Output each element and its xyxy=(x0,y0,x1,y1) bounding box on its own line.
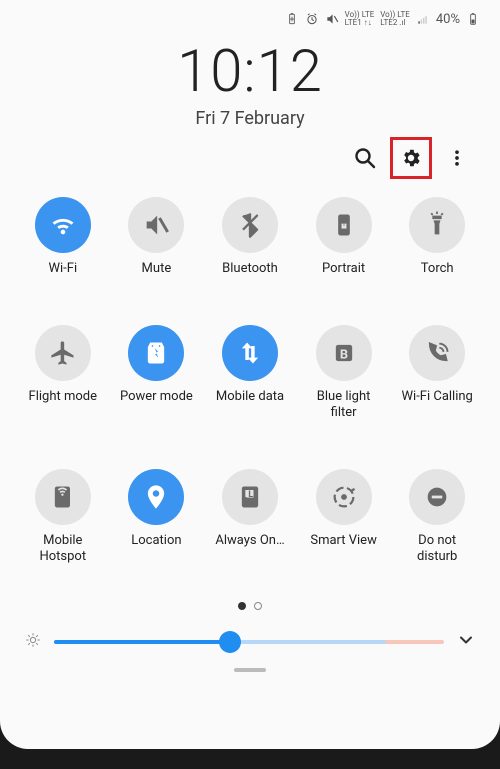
sim2-status: Vo)) LTE LTE2 .ıl xyxy=(380,11,410,27)
mobiledata-icon xyxy=(222,325,278,381)
brightness-slider[interactable] xyxy=(54,632,444,652)
tile-dnd[interactable]: Do not disturb xyxy=(394,469,480,565)
page-dot[interactable] xyxy=(254,602,262,610)
battery-percentage: 40% xyxy=(436,12,460,27)
tile-smartview[interactable]: Smart View xyxy=(301,469,387,565)
battery-icon xyxy=(466,12,480,26)
tile-label: Portrait xyxy=(322,261,365,277)
bluetooth-icon xyxy=(222,197,278,253)
signal-icon xyxy=(416,12,430,26)
brightness-expand-button[interactable] xyxy=(456,630,476,654)
tile-flight[interactable]: Flight mode xyxy=(20,325,106,421)
always-icon: L xyxy=(222,469,278,525)
time-text: 10:12 xyxy=(14,38,486,106)
tile-power[interactable]: Power mode xyxy=(114,325,200,421)
tile-mute[interactable]: Mute xyxy=(114,197,200,277)
tile-label: Torch xyxy=(421,261,454,277)
tile-torch[interactable]: Torch xyxy=(394,197,480,277)
tile-label: Flight mode xyxy=(29,389,98,405)
brightness-row xyxy=(14,630,486,654)
status-bar: Vo)) LTE LTE1 ↑↓ Vo)) LTE LTE2 .ıl 40% xyxy=(14,8,486,30)
tile-always[interactable]: L Always On… xyxy=(207,469,293,565)
tile-label: Mobile Hotspot xyxy=(23,533,103,565)
battery-saver-icon xyxy=(285,12,299,26)
tile-bluelight[interactable]: B Blue light filter xyxy=(301,325,387,421)
svg-text:L: L xyxy=(248,489,253,500)
dnd-icon xyxy=(409,469,465,525)
bluelight-icon: B xyxy=(316,325,372,381)
smartview-icon xyxy=(316,469,372,525)
tile-hotspot[interactable]: Mobile Hotspot xyxy=(20,469,106,565)
portrait-icon xyxy=(316,197,372,253)
brightness-low-icon xyxy=(24,631,42,653)
mute-icon xyxy=(128,197,184,253)
more-button[interactable] xyxy=(438,139,476,177)
tile-label: Wi-Fi Calling xyxy=(402,389,473,405)
tile-portrait[interactable]: Portrait xyxy=(301,197,387,277)
quick-settings-panel: Vo)) LTE LTE1 ↑↓ Vo)) LTE LTE2 .ıl 40% 1… xyxy=(0,0,500,749)
search-button[interactable] xyxy=(346,139,384,177)
power-icon xyxy=(128,325,184,381)
tile-mobiledata[interactable]: Mobile data xyxy=(207,325,293,421)
mute-status-icon xyxy=(325,12,339,26)
tile-wificall[interactable]: Wi-Fi Calling xyxy=(394,325,480,421)
tile-label: Blue light filter xyxy=(304,389,384,421)
wifi-icon xyxy=(35,197,91,253)
sim1-status: Vo)) LTE LTE1 ↑↓ xyxy=(345,11,375,27)
hotspot-icon xyxy=(35,469,91,525)
clock-area: 10:12 Fri 7 February xyxy=(14,38,486,129)
flight-icon xyxy=(35,325,91,381)
tile-label: Bluetooth xyxy=(222,261,278,277)
torch-icon xyxy=(409,197,465,253)
more-vert-icon xyxy=(447,148,467,168)
panel-actions xyxy=(14,137,486,179)
date-text: Fri 7 February xyxy=(14,108,486,129)
location-icon xyxy=(128,469,184,525)
gear-icon xyxy=(400,147,422,169)
page-indicator[interactable] xyxy=(14,595,486,614)
alarm-icon xyxy=(305,12,319,26)
tile-label: Wi-Fi xyxy=(48,261,77,277)
chevron-down-icon xyxy=(456,630,476,650)
drag-handle[interactable] xyxy=(234,668,266,672)
tile-label: Mute xyxy=(142,261,172,277)
search-icon xyxy=(353,146,377,170)
settings-button[interactable] xyxy=(395,142,427,174)
tile-label: Smart View xyxy=(310,533,377,549)
tile-label: Location xyxy=(131,533,181,549)
quick-tiles-grid: Wi-Fi Mute Bluetooth Portrait Torch Flight mo… xyxy=(14,191,486,577)
settings-highlight xyxy=(390,137,432,179)
tile-label: Mobile data xyxy=(216,389,284,405)
tile-label: Power mode xyxy=(120,389,193,405)
page-dot[interactable] xyxy=(238,602,246,610)
wificall-icon xyxy=(409,325,465,381)
tile-wifi[interactable]: Wi-Fi xyxy=(20,197,106,277)
tile-bluetooth[interactable]: Bluetooth xyxy=(207,197,293,277)
tile-location[interactable]: Location xyxy=(114,469,200,565)
tile-label: Do not disturb xyxy=(397,533,477,565)
tile-label: Always On… xyxy=(215,533,284,549)
svg-text:B: B xyxy=(340,347,348,362)
